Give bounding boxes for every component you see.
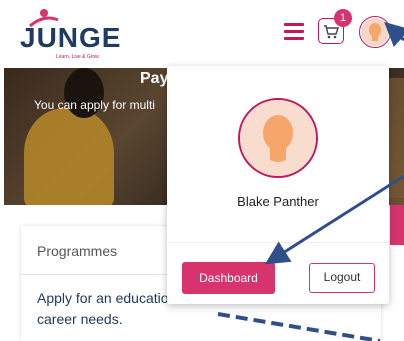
- brand-name: JUNGE: [20, 22, 122, 53]
- user-name: Blake Panther: [237, 194, 319, 209]
- hamburger-icon[interactable]: [284, 23, 304, 41]
- profile-avatar-icon: [240, 100, 316, 176]
- dropdown-divider: [167, 242, 389, 243]
- cart-count-badge: 1: [334, 9, 352, 27]
- brand-tagline: Learn, Live & Grow: [56, 54, 99, 60]
- user-dropdown-menu: Blake Panther Dashboard Logout: [167, 66, 389, 304]
- brand-logo[interactable]: JUNGE Learn, Live & Grow: [18, 8, 128, 64]
- profile-avatar: [238, 98, 318, 178]
- header: JUNGE Learn, Live & Grow 1: [0, 0, 404, 68]
- hero-subtitle: You can apply for multi: [34, 98, 155, 112]
- user-avatar-icon: [361, 18, 389, 46]
- hero-title: Pay: [140, 70, 169, 87]
- user-avatar-button[interactable]: [359, 16, 391, 48]
- side-accent-strip: [390, 205, 404, 245]
- logout-button[interactable]: Logout: [309, 263, 375, 293]
- dashboard-button[interactable]: Dashboard: [182, 262, 275, 294]
- card-title: Programmes: [37, 243, 118, 259]
